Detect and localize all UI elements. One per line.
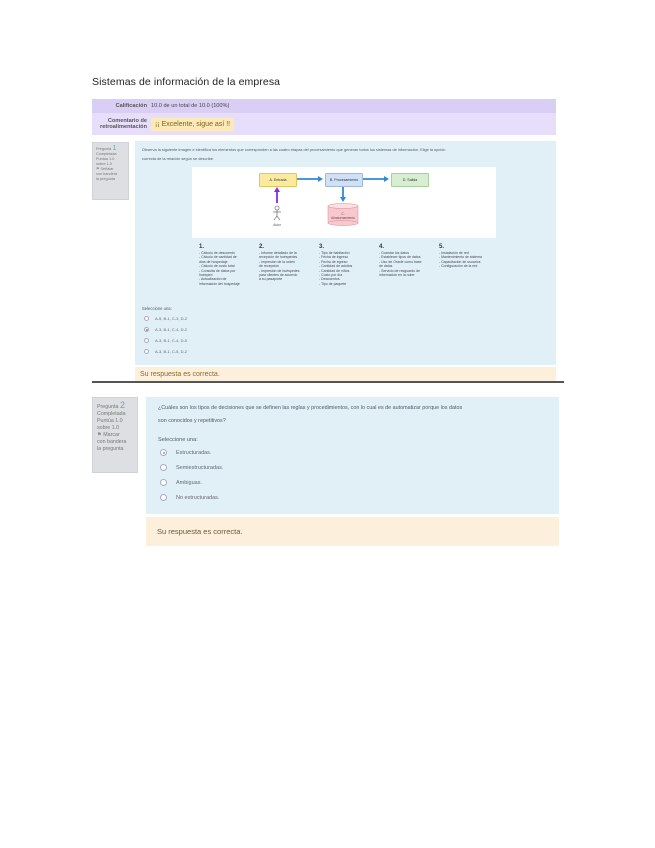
- column-line: información del hospedaje: [199, 281, 240, 286]
- flag-icon: ⚑: [96, 167, 100, 171]
- option-text: Semiestructuradas.: [176, 464, 224, 471]
- page-title: Sistemas de información de la empresa: [92, 76, 281, 88]
- question-2-feedback: Su respuesta es correcta.: [146, 517, 559, 546]
- flag-icon: ⚑: [97, 432, 102, 438]
- user-figure-icon: [273, 205, 281, 221]
- question-1-feedback: Su respuesta es correcta.: [135, 367, 556, 381]
- radio-button[interactable]: [160, 464, 167, 471]
- feedback-label-line1: Comentario de: [107, 117, 147, 124]
- option-text: A-3, B-1, C-4, D-5: [155, 338, 188, 343]
- question-1-info: Pregunta 1 Completada Puntúa 1.0 sobre 1…: [92, 142, 129, 200]
- column-1: 1. - Cálculo de descuento - Cálculo de c…: [199, 243, 259, 286]
- question-1-label: Pregunta: [96, 147, 112, 151]
- arrow-procesamiento-almacenamiento: [340, 187, 346, 202]
- question-2-content: ¿Cuáles son los tipos de decisiones que …: [146, 397, 559, 514]
- question-2-prompt-1: ¿Cuáles son los tipos de decisiones que …: [158, 405, 463, 411]
- question-2-number: 2: [119, 400, 125, 410]
- flag-text-1: Señalar: [100, 167, 114, 171]
- answer-option[interactable]: Estructuradas.: [160, 449, 211, 456]
- option-text: A-3, B-1, C-4, D-2: [155, 327, 188, 332]
- answer-option[interactable]: A-3, B-1, C-4, D-2: [144, 327, 187, 332]
- answer-option[interactable]: No estructuradas.: [160, 494, 219, 501]
- column-line: información en la nube: [379, 273, 415, 278]
- answer-option[interactable]: A-5, B-1, C-3, D-2: [144, 316, 187, 321]
- feedback-row: Comentario de retroalimentación ¡¡ Excel…: [92, 113, 556, 135]
- answer-option[interactable]: Ambiguas.: [160, 479, 202, 486]
- question-1-prompt-1: Observa la siguiente imagen e identifica…: [142, 147, 446, 152]
- radio-button[interactable]: [144, 338, 149, 343]
- column-5: 5. - Instalación de red - Mantenimiento …: [439, 243, 499, 286]
- option-text: A-5, B-1, C-3, D-2: [155, 316, 188, 321]
- question-2-state: Completada: [97, 411, 126, 417]
- radio-button-selected[interactable]: [160, 449, 167, 456]
- question-1-number: 1: [112, 145, 117, 152]
- column-number: 5.: [439, 244, 445, 250]
- question-2-prompt-2: son conocidos y repetitivos?: [158, 418, 226, 424]
- stage-almacenamiento: C. Almacenamiento: [328, 212, 358, 220]
- processing-diagram: A. Entrada B. Procesamiento D. Salida Au…: [192, 167, 496, 238]
- option-columns: 1. - Cálculo de descuento - Cálculo de c…: [199, 243, 499, 286]
- flag-text-2: con bandera: [96, 172, 118, 176]
- radio-button[interactable]: [144, 316, 149, 321]
- question-2-info: Pregunta 2 Completada Puntúa 1.0 sobre 1…: [92, 397, 138, 473]
- grade-row: Calificación 10.0 de un total de 10.0 (1…: [92, 99, 556, 113]
- option-text: Estructuradas.: [176, 449, 212, 456]
- grade-value: 10.0 de un total de 10.0 (100%): [151, 103, 230, 109]
- question-2-label: Pregunta: [97, 404, 119, 410]
- answer-option[interactable]: A-3, B-1, C-4, D-5: [144, 338, 187, 343]
- column-line: - Configuración de la red: [439, 264, 478, 269]
- question-1-flag[interactable]: ⚑ Señalar con bandera la pregunta: [96, 167, 125, 182]
- radio-button[interactable]: [144, 349, 149, 354]
- column-number: 4.: [379, 244, 385, 250]
- column-line: a su pasaporte: [259, 277, 283, 282]
- page-divider: [92, 381, 564, 383]
- select-one-label: Seleccione una:: [158, 437, 198, 443]
- flag-text-3: la pregunta: [97, 446, 124, 452]
- answer-option[interactable]: A-3, B-1, C-5, D-2: [144, 349, 187, 354]
- column-3: 3. - Tipo de habitación - Fecha de ingre…: [319, 243, 379, 286]
- grade-label: Calificación: [115, 102, 147, 109]
- column-2: 2. - Informe detallado de la recepción d…: [259, 243, 319, 286]
- flag-text-1: Marcar: [103, 432, 120, 438]
- column-number: 1.: [199, 244, 205, 250]
- column-number: 3.: [319, 244, 325, 250]
- stage-almacenamiento-label: Almacenamiento: [331, 216, 355, 220]
- quiz-summary: Calificación 10.0 de un total de 10.0 (1…: [92, 99, 556, 135]
- feedback-label-line2: retroalimentación: [100, 124, 147, 130]
- flag-text-3: la pregunta: [96, 177, 115, 181]
- feedback-value: ¡¡ Excelente, sigue así !!: [151, 117, 235, 131]
- question-1-content: Observa la siguiente imagen e identifica…: [135, 141, 556, 365]
- radio-button[interactable]: [160, 494, 167, 501]
- arrow-user-entrada: [274, 187, 280, 203]
- answer-option[interactable]: Semiestructuradas.: [160, 464, 223, 471]
- column-4: 4. - Guardar los datos - Establecer tipo…: [379, 243, 439, 286]
- option-text: A-3, B-1, C-5, D-2: [155, 349, 188, 354]
- user-label: Autor: [273, 223, 281, 227]
- option-text: Ambiguas.: [176, 479, 202, 486]
- flag-text-2: con bandera: [97, 439, 127, 445]
- column-number: 2.: [259, 244, 265, 250]
- arrow-procesamiento-salida: [363, 176, 389, 182]
- radio-button-selected[interactable]: [144, 327, 149, 332]
- select-one-label: Seleccione una:: [142, 306, 172, 311]
- option-text: No estructuradas.: [176, 494, 220, 501]
- question-2-mark-1: Puntúa 1.0: [97, 418, 123, 424]
- question-2-flag[interactable]: ⚑ Marcar con bandera la pregunta: [97, 432, 133, 453]
- question-2-mark-2: sobre 1.0: [97, 425, 120, 431]
- diagram-arrows: [273, 176, 389, 226]
- question-1-prompt-2: correcta de la relación según se describ…: [142, 156, 215, 161]
- column-line: - Tipo de paquete: [319, 281, 347, 286]
- arrow-entrada-procesamiento: [297, 176, 323, 182]
- feedback-label: Comentario de retroalimentación: [92, 118, 151, 131]
- radio-button[interactable]: [160, 479, 167, 486]
